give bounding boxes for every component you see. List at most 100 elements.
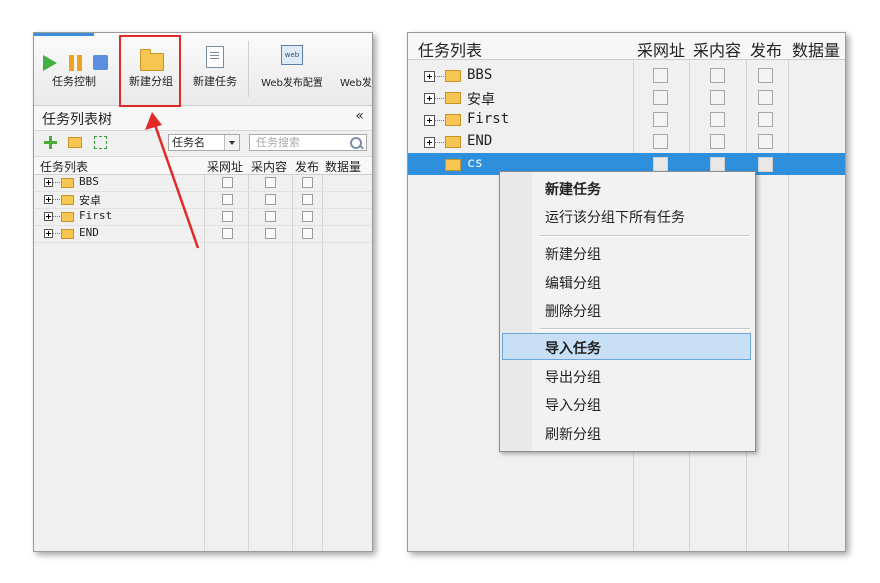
column-header[interactable]: 采网址 bbox=[637, 37, 685, 61]
menu-item-label: 新建分组 bbox=[545, 247, 601, 263]
stop-icon[interactable] bbox=[93, 55, 108, 70]
checkbox[interactable] bbox=[758, 157, 773, 172]
menu-item-edit-group[interactable]: 编辑分组 bbox=[502, 268, 751, 295]
checkbox[interactable] bbox=[265, 228, 276, 239]
arrow-head bbox=[145, 112, 162, 130]
new-task-label: 新建任务 bbox=[193, 75, 237, 88]
menu-item-label: 运行该分组下所有任务 bbox=[545, 210, 685, 226]
chevron-down-icon bbox=[224, 135, 239, 150]
menu-item-label: 导入任务 bbox=[545, 341, 601, 357]
menu-item-import-task[interactable]: 导入任务 bbox=[502, 333, 751, 360]
expand-icon[interactable] bbox=[44, 195, 53, 204]
checkbox[interactable] bbox=[710, 134, 725, 149]
tree-connector bbox=[53, 182, 60, 183]
task-tree-title: 任务列表树 bbox=[42, 112, 112, 128]
checkbox[interactable] bbox=[710, 68, 725, 83]
menu-item-import-group[interactable]: 导入分组 bbox=[502, 390, 751, 417]
menu-item-label: 删除分组 bbox=[545, 304, 601, 320]
checkbox[interactable] bbox=[302, 177, 313, 188]
folder-icon bbox=[61, 178, 74, 188]
row-name: END bbox=[467, 133, 493, 149]
play-icon[interactable] bbox=[43, 55, 57, 71]
checkbox[interactable] bbox=[758, 90, 773, 105]
web-publish-config-button[interactable]: web Web发布配置 bbox=[254, 33, 330, 105]
checkbox[interactable] bbox=[710, 157, 725, 172]
pause-icon[interactable] bbox=[69, 55, 82, 71]
checkbox[interactable] bbox=[653, 157, 668, 172]
checkbox[interactable] bbox=[222, 194, 233, 205]
menu-item-label: 导入分组 bbox=[545, 398, 601, 414]
web-publish-config-label: Web发布配置 bbox=[261, 78, 323, 89]
tree-row[interactable]: BBS bbox=[408, 64, 845, 86]
folder-icon bbox=[445, 136, 461, 148]
collapse-icon[interactable]: « bbox=[355, 108, 364, 124]
checkbox[interactable] bbox=[653, 90, 668, 105]
menu-item-label: 导出分组 bbox=[545, 370, 601, 386]
row-name: cs bbox=[467, 156, 483, 171]
checkbox[interactable] bbox=[758, 112, 773, 127]
web-publish-button[interactable]: Web发 bbox=[334, 33, 372, 105]
expand-icon[interactable] bbox=[424, 93, 435, 104]
expand-icon[interactable] bbox=[424, 137, 435, 148]
folder-icon bbox=[445, 70, 461, 82]
task-search-input[interactable]: 任务搜索 bbox=[249, 134, 367, 151]
menu-item-new-task[interactable]: 新建任务 bbox=[502, 174, 751, 201]
checkbox[interactable] bbox=[302, 194, 313, 205]
column-header[interactable]: 采内容 bbox=[693, 37, 741, 61]
checkbox[interactable] bbox=[653, 112, 668, 127]
new-group-highlight-box bbox=[119, 35, 181, 107]
tree-connector bbox=[53, 216, 60, 217]
checkbox[interactable] bbox=[265, 194, 276, 205]
menu-item-new-group[interactable]: 新建分组 bbox=[502, 239, 751, 266]
checkbox[interactable] bbox=[653, 68, 668, 83]
search-icon[interactable] bbox=[350, 137, 362, 149]
menu-item-run-group-tasks[interactable]: 运行该分组下所有任务 bbox=[502, 202, 751, 229]
expand-icon[interactable] bbox=[44, 178, 53, 187]
folder-icon[interactable] bbox=[68, 137, 82, 148]
checkbox[interactable] bbox=[758, 68, 773, 83]
web-icon: web bbox=[281, 45, 303, 65]
menu-item-delete-group[interactable]: 删除分组 bbox=[502, 296, 751, 323]
expand-icon[interactable] bbox=[44, 212, 53, 221]
column-header[interactable]: 发布 bbox=[750, 37, 782, 61]
tree-row[interactable]: First bbox=[408, 108, 845, 130]
checkbox[interactable] bbox=[222, 228, 233, 239]
arrow-shaft bbox=[152, 121, 200, 249]
menu-item-refresh-group[interactable]: 刷新分组 bbox=[502, 419, 751, 446]
checkbox[interactable] bbox=[222, 177, 233, 188]
checkbox[interactable] bbox=[758, 134, 773, 149]
checkbox[interactable] bbox=[653, 134, 668, 149]
checkbox[interactable] bbox=[265, 177, 276, 188]
menu-item-export-group[interactable]: 导出分组 bbox=[502, 362, 751, 389]
tree-connector bbox=[435, 98, 444, 99]
checkbox[interactable] bbox=[265, 211, 276, 222]
row-name: 安卓 bbox=[467, 92, 495, 108]
document-icon bbox=[206, 46, 224, 68]
tree-row[interactable]: END bbox=[408, 130, 845, 152]
checkbox[interactable] bbox=[302, 211, 313, 222]
column-header[interactable]: 发布 bbox=[295, 158, 319, 175]
column-header[interactable]: 采内容 bbox=[251, 158, 287, 175]
add-icon[interactable] bbox=[44, 136, 57, 149]
tree-connector bbox=[435, 76, 444, 77]
toolbar-separator bbox=[248, 41, 249, 97]
row-name: First bbox=[467, 111, 510, 127]
expand-icon[interactable] bbox=[44, 229, 53, 238]
menu-item-label: 新建任务 bbox=[545, 182, 601, 198]
checkbox[interactable] bbox=[222, 211, 233, 222]
expand-icon[interactable] bbox=[424, 115, 435, 126]
column-header[interactable]: 数据量 bbox=[792, 37, 840, 61]
column-header[interactable]: 任务列表 bbox=[40, 158, 88, 175]
new-task-button[interactable]: 新建任务 bbox=[184, 33, 246, 105]
expand-icon[interactable] bbox=[424, 71, 435, 82]
tree-row[interactable]: 安卓 bbox=[408, 86, 845, 108]
search-placeholder: 任务搜索 bbox=[256, 136, 300, 149]
tree-connector bbox=[435, 120, 444, 121]
column-header[interactable]: 数据量 bbox=[325, 158, 361, 175]
expand-all-icon[interactable] bbox=[94, 136, 107, 149]
column-header[interactable]: 任务列表 bbox=[418, 37, 482, 61]
checkbox[interactable] bbox=[302, 228, 313, 239]
checkbox[interactable] bbox=[710, 90, 725, 105]
toolbar: 任务控制 新建分组 新建任务 web Web发布配置 Web发 bbox=[34, 33, 372, 106]
checkbox[interactable] bbox=[710, 112, 725, 127]
